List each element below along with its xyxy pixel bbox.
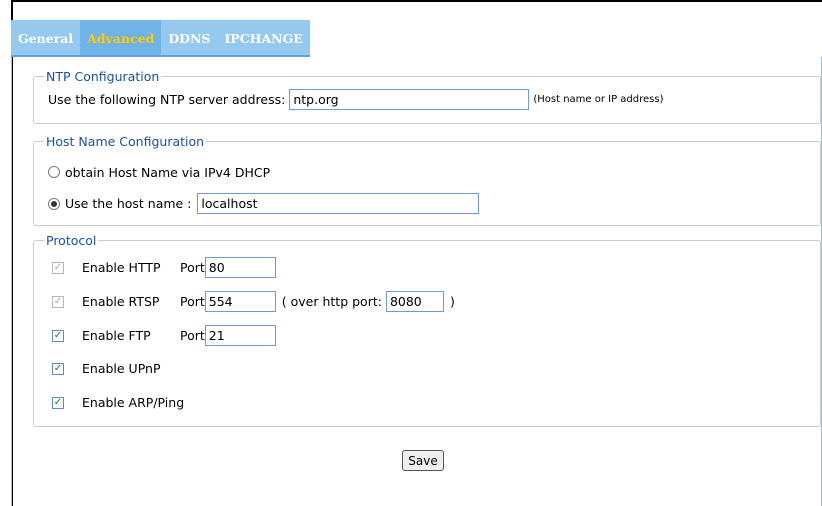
ntp-row: Use the following NTP server address: (H… <box>48 89 664 110</box>
settings-panel: NTP Configuration Use the following NTP … <box>11 57 822 506</box>
rtsp-close-paren: ) <box>449 294 455 309</box>
tab-ddns[interactable]: DDNS <box>161 20 218 55</box>
rtsp-over-http-label: ( over http port: <box>281 294 382 309</box>
dhcp-radio-label: obtain Host Name via IPv4 DHCP <box>65 164 271 180</box>
http-port-input[interactable] <box>204 257 276 278</box>
arp-row: ✓ Enable ARP/Ping <box>52 395 184 410</box>
tab-general[interactable]: General <box>11 20 81 55</box>
ntp-legend: NTP Configuration <box>46 69 160 84</box>
rtsp-port-label: Port <box>180 294 205 309</box>
arp-ping-checkbox[interactable]: ✓ <box>52 396 64 409</box>
http-checkbox[interactable]: ✓ <box>52 261 64 274</box>
rtsp-checkbox[interactable]: ✓ <box>52 295 64 308</box>
rtsp-row: ✓ Enable RTSP Port ( over http port: ) <box>52 291 455 312</box>
protocol-legend: Protocol <box>46 233 97 248</box>
rtsp-over-http-port-input[interactable] <box>385 291 444 312</box>
rtsp-port-input[interactable] <box>204 291 276 312</box>
upnp-checkbox[interactable]: ✓ <box>52 362 64 375</box>
tab-bar: General Advanced DDNS IPCHANGE <box>11 20 310 57</box>
radio-selected-dot <box>51 200 57 207</box>
ftp-row: ✓ Enable FTP Port <box>52 325 276 346</box>
ntp-label: Use the following NTP server address: <box>48 92 286 107</box>
ftp-label: Enable FTP <box>82 328 151 343</box>
hostname-dhcp-option[interactable]: obtain Host Name via IPv4 DHCP <box>48 163 270 181</box>
ftp-port-label: Port <box>180 328 205 343</box>
arp-ping-label: Enable ARP/Ping <box>82 395 185 410</box>
ftp-port-input[interactable] <box>204 325 276 346</box>
manual-host-radio[interactable] <box>48 197 60 210</box>
tab-advanced[interactable]: Advanced <box>80 20 162 55</box>
http-row: ✓ Enable HTTP Port <box>52 257 276 278</box>
http-port-label: Port <box>180 260 205 275</box>
hostname-legend: Host Name Configuration <box>46 134 205 149</box>
upnp-row: ✓ Enable UPnP <box>52 361 160 376</box>
dhcp-radio[interactable] <box>48 166 60 178</box>
rtsp-label: Enable RTSP <box>82 294 160 309</box>
manual-host-radio-label: Use the host name : <box>65 196 192 211</box>
save-button[interactable]: Save <box>402 450 444 471</box>
ftp-checkbox[interactable]: ✓ <box>52 329 64 342</box>
hostname-input[interactable] <box>197 193 480 214</box>
ntp-hint: (Host name or IP address) <box>533 94 664 105</box>
upnp-label: Enable UPnP <box>82 361 161 376</box>
http-label: Enable HTTP <box>82 260 161 275</box>
tab-ipchange[interactable]: IPCHANGE <box>217 20 310 55</box>
hostname-manual-option: Use the host name : <box>48 193 480 214</box>
ntp-server-input[interactable] <box>289 89 530 110</box>
